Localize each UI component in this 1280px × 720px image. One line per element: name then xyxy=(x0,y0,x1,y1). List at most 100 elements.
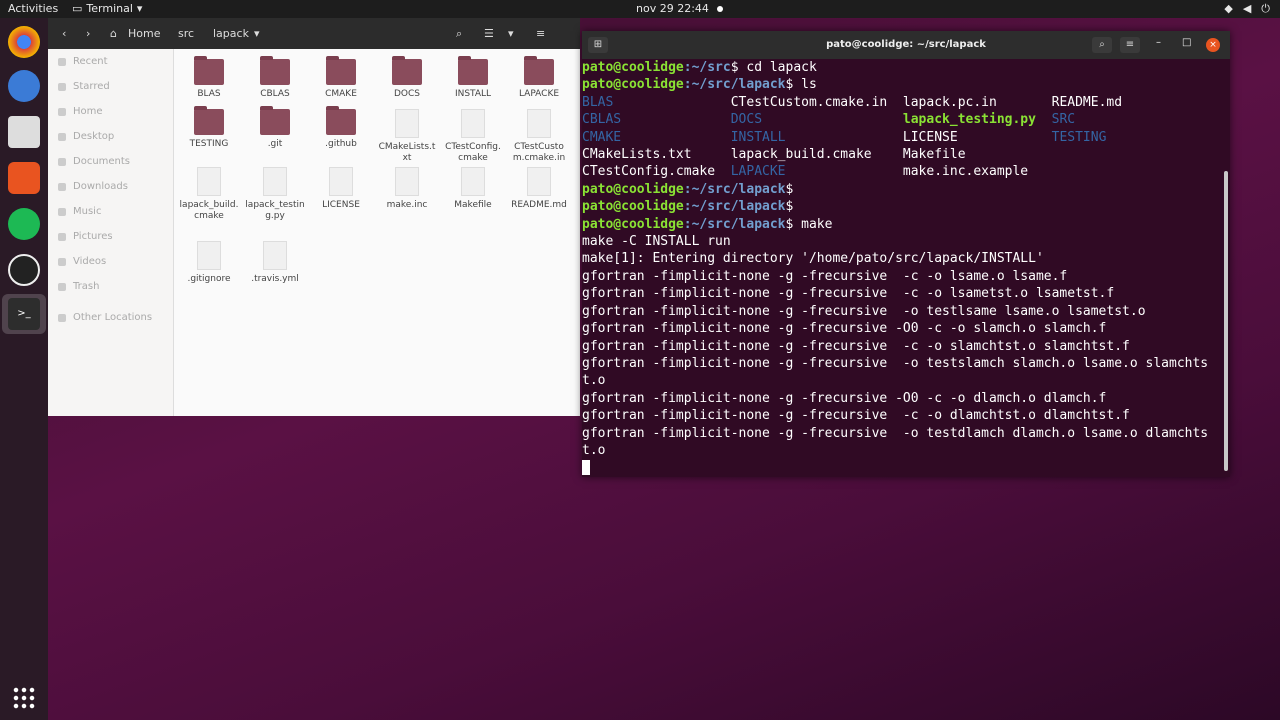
ls-row: CBLAS DOCS lapack_testing.py SRC xyxy=(582,112,1146,128)
system-menu[interactable]: ◆ ◀ ⏻ xyxy=(1224,2,1270,16)
show-apps-icon[interactable] xyxy=(12,686,36,710)
search-icon[interactable]: ⌕ xyxy=(1092,37,1112,53)
breadcrumb-lapack[interactable]: lapack xyxy=(213,27,249,40)
sidebar-item[interactable]: Trash xyxy=(48,274,173,299)
file-item[interactable]: LAPACKE xyxy=(509,53,569,100)
folder-icon xyxy=(326,56,356,85)
minimize-icon[interactable]: – xyxy=(1156,37,1161,48)
clock[interactable]: nov 29 22:44 xyxy=(636,2,723,15)
file-item[interactable]: lapack_build.cmake xyxy=(179,161,239,222)
folder-icon xyxy=(326,106,356,135)
ls-row: CTestConfig.cmake LAPACKE make.inc.examp… xyxy=(582,164,1052,180)
sidebar-item[interactable]: Music xyxy=(48,199,173,224)
sidebar-item[interactable]: Home xyxy=(48,99,173,124)
file-icon xyxy=(395,167,419,196)
ls-row: BLAS CTestCustom.cmake.in lapack.pc.in R… xyxy=(582,94,1146,110)
output-line: t.o xyxy=(582,373,606,389)
file-item[interactable]: make.inc xyxy=(377,161,437,211)
folder-icon xyxy=(458,56,488,85)
app-menu[interactable]: ▭ Terminal ▾ xyxy=(72,2,142,15)
activities-button[interactable]: Activities xyxy=(8,2,58,15)
cursor xyxy=(582,460,590,476)
file-manager-window: ‹ › ⌂ Home src lapack ▾ ⌕ ☰ ▾ ≡ Recent S… xyxy=(48,18,580,416)
view-options-icon[interactable]: ▾ xyxy=(508,27,514,40)
obs-icon[interactable] xyxy=(8,254,40,286)
file-item[interactable]: README.md xyxy=(509,161,569,211)
software-icon[interactable] xyxy=(8,162,40,194)
file-label: LICENSE xyxy=(322,200,360,210)
thunderbird-icon[interactable] xyxy=(8,70,40,102)
file-label: README.md xyxy=(511,200,567,210)
volume-icon: ◀ xyxy=(1242,2,1252,15)
output-line: gfortran -fimplicit-none -g -frecursive … xyxy=(582,286,1115,302)
file-label: LAPACKE xyxy=(518,89,560,99)
output-line: make -C INSTALL run xyxy=(582,234,731,250)
file-icon xyxy=(197,241,221,270)
breadcrumb-home[interactable]: Home xyxy=(128,27,160,40)
sidebar-item[interactable]: Videos xyxy=(48,249,173,274)
terminal-icon: ▭ xyxy=(72,2,83,15)
file-label: lapack_testing.py xyxy=(245,200,305,221)
output-line: gfortran -fimplicit-none -g -frecursive … xyxy=(582,338,1130,354)
menu-icon[interactable]: ≡ xyxy=(536,27,545,40)
file-item[interactable]: .travis.yml xyxy=(245,235,305,285)
files-icon[interactable] xyxy=(8,116,40,148)
file-item[interactable]: Makefile xyxy=(443,161,503,211)
folder-icon xyxy=(524,56,554,85)
file-label: make.inc xyxy=(386,200,428,210)
output-line: gfortran -fimplicit-none -g -frecursive … xyxy=(582,303,1146,319)
file-icon xyxy=(263,167,287,196)
file-item[interactable]: INSTALL xyxy=(443,53,503,100)
file-label: .gitignore xyxy=(187,274,231,284)
file-item[interactable]: CMAKE xyxy=(311,53,371,100)
back-icon[interactable]: ‹ xyxy=(62,27,66,40)
file-item[interactable]: LICENSE xyxy=(311,161,371,211)
list-view-icon[interactable]: ☰ xyxy=(484,27,494,40)
file-item[interactable]: CTestConfig.cmake xyxy=(443,103,503,164)
terminal-output[interactable]: pato@coolidge:~/src$ cd lapack pato@cooli… xyxy=(582,59,1222,477)
spotify-icon[interactable] xyxy=(8,208,40,240)
forward-icon[interactable]: › xyxy=(86,27,90,40)
file-manager-header: ‹ › ⌂ Home src lapack ▾ ⌕ ☰ ▾ ≡ xyxy=(48,18,580,49)
file-item[interactable]: .git xyxy=(245,103,305,150)
search-icon[interactable]: ⌕ xyxy=(456,27,462,41)
output-line: t.o xyxy=(582,442,606,458)
file-icon xyxy=(197,167,221,196)
file-label: .git xyxy=(267,139,283,149)
sidebar-item[interactable]: Downloads xyxy=(48,174,173,199)
output-line: gfortran -fimplicit-none -g -frecursive … xyxy=(582,425,1209,441)
file-item[interactable]: TESTING xyxy=(179,103,239,150)
file-icon xyxy=(527,109,551,138)
prompt-line: pato@coolidge:~/src/lapack$ xyxy=(582,199,794,215)
file-label: .travis.yml xyxy=(251,274,299,284)
chevron-down-icon[interactable]: ▾ xyxy=(254,27,260,40)
file-item[interactable]: DOCS xyxy=(377,53,437,100)
sidebar-item[interactable]: Desktop xyxy=(48,124,173,149)
file-grid: BLAS CBLAS CMAKE DOCS INSTALL LAPACKE TESTING.… xyxy=(175,49,580,416)
file-item[interactable]: BLAS xyxy=(179,53,239,100)
close-icon[interactable]: × xyxy=(1206,38,1220,52)
scrollbar[interactable] xyxy=(1224,171,1228,471)
file-item[interactable]: .github xyxy=(311,103,371,150)
maximize-icon[interactable]: □ xyxy=(1182,37,1191,48)
sidebar-item[interactable]: Other Locations xyxy=(48,305,173,330)
file-item[interactable]: CTestCustom.cmake.in xyxy=(509,103,569,164)
file-icon xyxy=(263,241,287,270)
sidebar: Recent Starred Home Desktop Documents Do… xyxy=(48,49,174,416)
chrome-icon[interactable] xyxy=(8,26,40,58)
file-icon xyxy=(461,109,485,138)
sidebar-item[interactable]: Pictures xyxy=(48,224,173,249)
terminal-dock-icon[interactable]: >_ xyxy=(8,298,40,330)
menu-icon[interactable]: ≡ xyxy=(1120,37,1140,53)
file-item[interactable]: CMakeLists.txt xyxy=(377,103,437,164)
prompt-line: pato@coolidge:~/src$ cd lapack xyxy=(582,60,817,75)
file-label: CBLAS xyxy=(260,89,290,99)
breadcrumb-src[interactable]: src xyxy=(178,27,194,40)
file-item[interactable]: CBLAS xyxy=(245,53,305,100)
file-item[interactable]: lapack_testing.py xyxy=(245,161,305,222)
file-label: DOCS xyxy=(393,89,420,99)
file-item[interactable]: .gitignore xyxy=(179,235,239,285)
sidebar-item[interactable]: Recent xyxy=(48,49,173,74)
sidebar-item[interactable]: Starred xyxy=(48,74,173,99)
sidebar-item[interactable]: Documents xyxy=(48,149,173,174)
